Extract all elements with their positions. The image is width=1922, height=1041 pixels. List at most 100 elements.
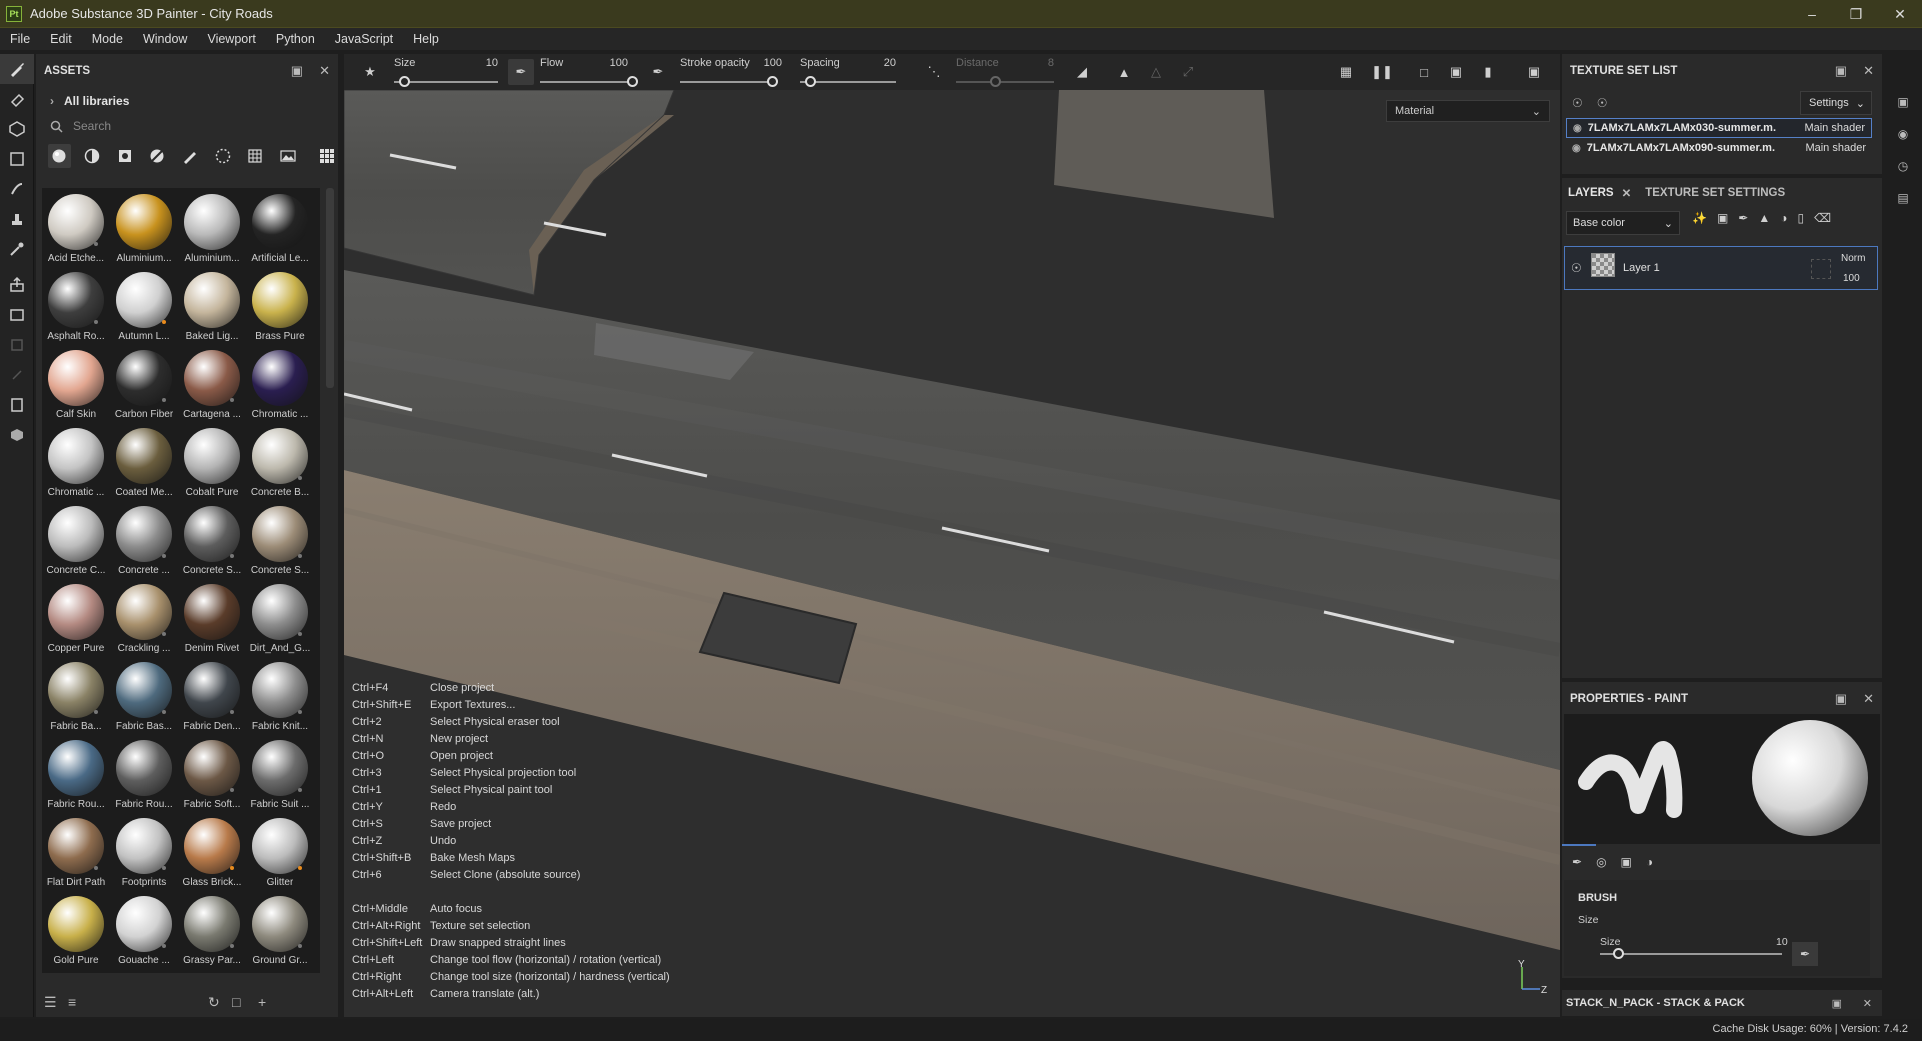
hide-ui-icon[interactable]: ▦ [1336, 62, 1356, 82]
masks-filter-icon[interactable] [113, 144, 136, 168]
material-item[interactable]: Glitter [246, 816, 314, 894]
material-item[interactable]: Fabric Soft... [178, 738, 246, 816]
material-item[interactable]: Asphalt Ro... [42, 270, 110, 348]
camera-settings-icon[interactable]: ▣ [1884, 86, 1922, 118]
material-item[interactable]: Flat Dirt Path [42, 816, 110, 894]
particles-filter-icon[interactable] [211, 144, 234, 168]
material-item[interactable]: Brass Pure [246, 270, 314, 348]
material-item[interactable]: Coated Me... [110, 426, 178, 504]
minimize-icon[interactable]: – [1790, 0, 1834, 28]
brushes-filter-icon[interactable] [179, 144, 202, 168]
settings-dropdown[interactable]: Settings ⌄ [1800, 91, 1872, 115]
undock-icon[interactable]: ▣ [1835, 63, 1847, 79]
tab-layers[interactable]: LAYERS [1568, 187, 1614, 199]
undock-icon[interactable]: ▣ [1835, 691, 1847, 707]
camera-icon[interactable]: ▮ [1478, 62, 1498, 82]
material-item[interactable]: Fabric Rou... [42, 738, 110, 816]
stencil-tab-icon[interactable]: ▣ [1621, 855, 1632, 869]
search-input[interactable]: Search [36, 114, 338, 138]
layer-opacity[interactable]: 100 [1843, 273, 1860, 284]
eye-icon[interactable]: ◉ [1573, 123, 1582, 134]
flow-knob[interactable] [627, 76, 638, 87]
size-slider[interactable]: Size 10 [394, 54, 498, 90]
material-item[interactable]: Crackling ... [110, 582, 178, 660]
undock-icon[interactable]: ▣ [1832, 997, 1842, 1010]
close-icon[interactable]: ✕ [1863, 997, 1872, 1010]
clone-tool[interactable] [0, 204, 34, 234]
material-item[interactable]: Acid Etche... [42, 192, 110, 270]
texture-set-shader[interactable]: Main shader [1805, 142, 1866, 154]
view-3d-icon[interactable]: ▣ [1446, 62, 1466, 82]
display-settings-icon[interactable]: ◉ [1884, 118, 1922, 150]
document-tool[interactable] [0, 390, 34, 420]
material-item[interactable]: Aluminium... [110, 192, 178, 270]
mesh-tool[interactable] [0, 420, 34, 450]
material-item[interactable]: Chromatic ... [246, 348, 314, 426]
size-knob[interactable] [1613, 948, 1625, 959]
material-item[interactable]: Baked Lig... [178, 270, 246, 348]
material-tab-icon[interactable]: ◎ [1596, 855, 1606, 869]
bake-tool[interactable] [0, 300, 34, 330]
menu-python[interactable]: Python [266, 32, 325, 46]
history-icon[interactable]: ◷ [1884, 150, 1922, 182]
pause-icon[interactable]: ❚❚ [1371, 62, 1393, 82]
projection-tool[interactable] [0, 114, 34, 144]
hide-all-icon[interactable]: ☉ [1572, 96, 1583, 110]
material-item[interactable]: Dirt_And_G... [246, 582, 314, 660]
material-item[interactable]: Chromatic ... [42, 426, 110, 504]
material-item[interactable]: Artificial Le... [246, 192, 314, 270]
material-item[interactable]: Fabric Ba... [42, 660, 110, 738]
brush-preset-icon[interactable]: ★ [360, 62, 380, 82]
menu-mode[interactable]: Mode [82, 32, 133, 46]
menu-window[interactable]: Window [133, 32, 197, 46]
export-tool[interactable] [0, 270, 34, 300]
material-item[interactable]: Fabric Den... [178, 660, 246, 738]
menu-help[interactable]: Help [403, 32, 449, 46]
viewport-mode-select[interactable]: Material ⌄ [1386, 100, 1550, 122]
channel-select[interactable]: Base color ⌄ [1566, 211, 1680, 235]
material-item[interactable]: Fabric Bas... [110, 660, 178, 738]
tab-texture-set-settings[interactable]: TEXTURE SET SETTINGS [1645, 187, 1785, 199]
mirror-icon[interactable]: ▲ [1114, 62, 1134, 82]
lazy-mouse-icon[interactable]: ⋱ [924, 62, 944, 82]
material-item[interactable]: Fabric Suit ... [246, 738, 314, 816]
material-item[interactable]: Fabric Rou... [110, 738, 178, 816]
add-folder-icon[interactable]: ▯ [1798, 211, 1805, 225]
close-icon[interactable]: ✕ [319, 63, 330, 79]
smart-materials-filter-icon[interactable] [81, 144, 104, 168]
add-mask-icon[interactable]: ▣ [1717, 211, 1728, 225]
texture-set-shader[interactable]: Main shader [1804, 122, 1865, 134]
layer-row[interactable]: ☉ Layer 1 Norm 100 [1564, 246, 1878, 290]
paint-tool[interactable] [0, 54, 34, 84]
add-smart-material-icon[interactable]: ◑ [1780, 211, 1787, 225]
close-icon[interactable]: ✕ [1863, 63, 1874, 79]
pen-pressure-flow-icon[interactable]: ✒ [648, 62, 668, 82]
restore-icon[interactable]: ❐ [1834, 0, 1878, 28]
pen-pressure-size-icon[interactable]: ✒ [508, 59, 534, 85]
library-selector[interactable]: › All libraries [36, 88, 338, 114]
log-icon[interactable]: ▤ [1884, 182, 1922, 214]
size-knob[interactable] [399, 76, 411, 87]
all-assets-grid-icon[interactable] [315, 144, 338, 168]
mask-tab-icon[interactable]: ◑ [1646, 855, 1653, 869]
material-item[interactable]: Aluminium... [178, 192, 246, 270]
menu-file[interactable]: File [0, 32, 40, 46]
visibility-icon[interactable]: ☉ [1597, 96, 1608, 110]
menu-viewport[interactable]: Viewport [197, 32, 265, 46]
add-fill-layer-icon[interactable]: ▲ [1758, 211, 1770, 225]
material-item[interactable]: Concrete ... [110, 504, 178, 582]
material-item[interactable]: Cartagena ... [178, 348, 246, 426]
pen-pressure-icon[interactable]: ✒ [1792, 942, 1818, 966]
material-item[interactable]: Concrete C... [42, 504, 110, 582]
delete-layer-icon[interactable]: ⌫ [1814, 211, 1831, 225]
material-item[interactable]: Copper Pure [42, 582, 110, 660]
polygon-fill-tool[interactable] [0, 144, 34, 174]
stroke-opacity-slider[interactable]: Stroke opacity 100 [680, 54, 782, 90]
material-item[interactable]: Ground Gr... [246, 894, 314, 972]
refresh-icon[interactable]: ↻ [208, 994, 220, 1011]
material-item[interactable]: Concrete S... [246, 504, 314, 582]
material-item[interactable]: Denim Rivet [178, 582, 246, 660]
filters-filter-icon[interactable] [146, 144, 169, 168]
view-2d-icon[interactable]: □ [1414, 62, 1434, 82]
material-item[interactable]: Gold Pure [42, 894, 110, 972]
